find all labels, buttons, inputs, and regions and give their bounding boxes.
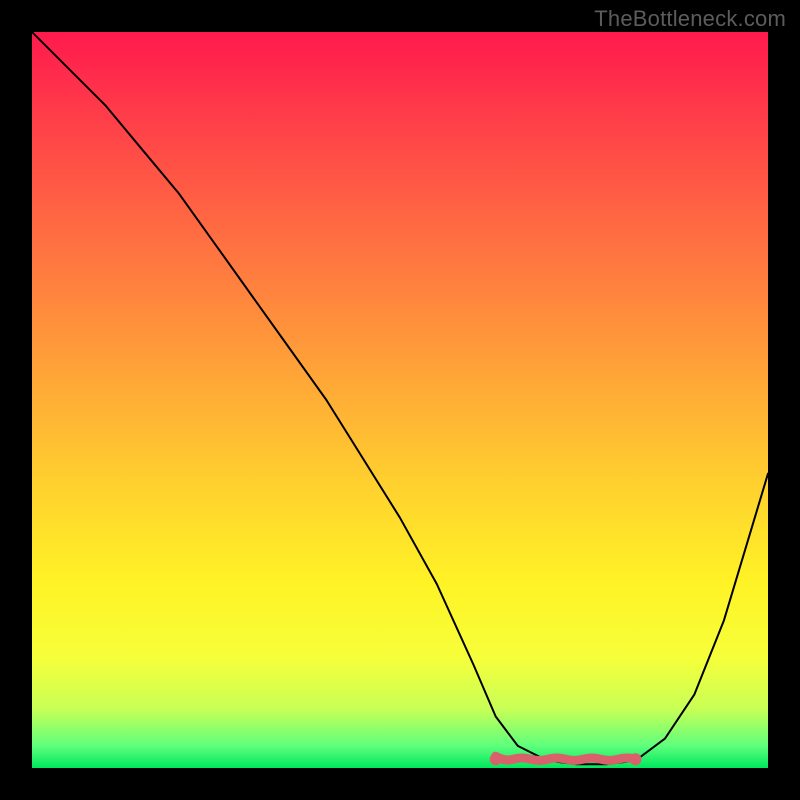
plot-area: [32, 32, 768, 768]
chart-frame: TheBottleneck.com: [0, 0, 800, 800]
curve-line: [32, 32, 768, 764]
watermark-text: TheBottleneck.com: [594, 6, 786, 32]
highlight-band: [490, 753, 642, 765]
chart-svg: [32, 32, 768, 768]
